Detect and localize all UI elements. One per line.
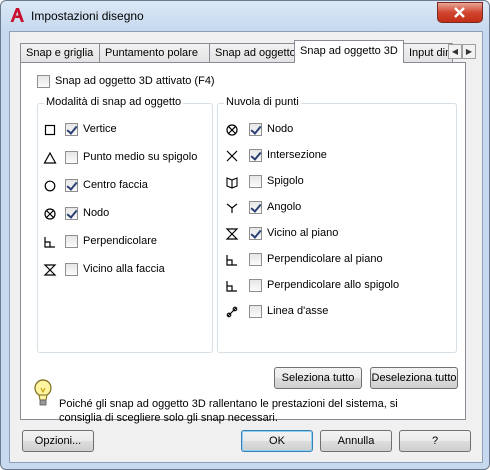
snap-mode-label-1: Punto medio su spigolo: [83, 151, 198, 163]
snap-mode-label-3: Nodo: [83, 207, 110, 219]
snap-modes-title: Modalità di snap ad oggetto: [44, 96, 184, 108]
enable-3d-osnap-checkbox[interactable]: [37, 75, 50, 88]
options-button[interactable]: Opzioni...: [22, 430, 94, 452]
node-marker-icon: [226, 124, 238, 136]
window-title: Impostazioni disegno: [31, 9, 144, 23]
snap-mode-label-2: Centro faccia: [83, 179, 148, 191]
enable-3d-osnap-label: Snap ad oggetto 3D attivato (F4): [55, 75, 215, 87]
tab-puntamento-polare[interactable]: Puntamento polare: [99, 43, 210, 62]
close-button[interactable]: [437, 2, 483, 23]
tab-strip: Snap e griglia Puntamento polare Snap ad…: [20, 40, 476, 63]
hourglass-marker-icon: [225, 228, 239, 240]
tab-snap-oggetto-3d[interactable]: Snap ad oggetto 3D: [294, 40, 404, 63]
deselect-all-button[interactable]: Deseleziona tutto: [370, 367, 458, 389]
snap-mode-checkbox-0[interactable]: [65, 123, 78, 136]
point-cloud-label-6: Perpendicolare allo spigolo: [267, 279, 400, 291]
snap-mode-checkbox-2[interactable]: [65, 179, 78, 192]
snap-mode-checkbox-4[interactable]: [65, 235, 78, 248]
point-cloud-checkbox-7[interactable]: [249, 305, 262, 318]
point-cloud-title: Nuvola di punti: [224, 96, 301, 108]
point-cloud-label-4: Vicino al piano: [267, 227, 339, 239]
perpendicular-marker-icon: [44, 237, 55, 248]
point-cloud-label-1: Intersezione: [267, 149, 327, 161]
cancel-button[interactable]: Annulla: [320, 430, 392, 452]
snap-mode-checkbox-5[interactable]: [65, 263, 78, 276]
snap-modes-group: Modalità di snap ad oggetto: [37, 96, 213, 353]
perpendicular-marker-icon: [226, 281, 237, 292]
square-marker-icon: [44, 124, 56, 136]
tab-snap-oggetto[interactable]: Snap ad oggetto: [209, 43, 297, 62]
point-cloud-checkbox-5[interactable]: [249, 253, 262, 266]
point-cloud-label-2: Spigolo: [267, 175, 304, 187]
y-marker-icon: [226, 203, 238, 213]
snap-mode-checkbox-3[interactable]: [65, 207, 78, 220]
tab-input-dinamico[interactable]: Input dinamico: [403, 43, 453, 62]
close-icon: [454, 7, 465, 18]
centerline-marker-icon: [226, 306, 238, 318]
select-all-button[interactable]: Seleziona tutto: [274, 367, 362, 389]
edge-marker-icon: [226, 177, 238, 189]
snap-mode-label-0: Vertice: [83, 123, 117, 135]
perpendicular-marker-icon: [226, 255, 237, 266]
help-button[interactable]: ?: [399, 430, 471, 452]
tab-label: Input dinamico: [409, 47, 452, 59]
dialog-client: Snap e griglia Puntamento polare Snap ad…: [9, 31, 483, 463]
snap-mode-label-5: Vicino alla faccia: [83, 263, 165, 275]
tab-label: Snap ad oggetto 3D: [300, 45, 398, 57]
info-text: Poiché gli snap ad oggetto 3D rallentano…: [59, 398, 398, 424]
tab-label: Puntamento polare: [105, 47, 198, 59]
point-cloud-label-7: Linea d'asse: [267, 305, 329, 317]
lightbulb-icon: [34, 379, 52, 406]
point-cloud-checkbox-1[interactable]: [249, 149, 262, 162]
ok-button[interactable]: OK: [241, 430, 313, 452]
snap-mode-label-4: Perpendicolare: [83, 235, 157, 247]
hourglass-marker-icon: [43, 264, 57, 276]
snap-mode-checkbox-1[interactable]: [65, 151, 78, 164]
dialog-window: Impostazioni disegno Snap e griglia Punt…: [0, 0, 490, 470]
point-cloud-label-3: Angolo: [267, 201, 302, 213]
tab-label: Snap e griglia: [26, 47, 94, 59]
point-cloud-checkbox-0[interactable]: [249, 123, 262, 136]
tab-panel: Snap ad oggetto 3D attivato (F4) Modalit…: [20, 62, 466, 424]
x-marker-icon: [226, 150, 238, 162]
autocad-a-icon: [10, 8, 24, 22]
tab-scroll-left-icon[interactable]: ◀: [448, 44, 462, 59]
point-cloud-checkbox-3[interactable]: [249, 201, 262, 214]
node-marker-icon: [44, 208, 56, 220]
title-bar[interactable]: Impostazioni disegno: [1, 1, 489, 31]
tab-scroll-right-icon[interactable]: ▶: [462, 44, 476, 59]
point-cloud-checkbox-6[interactable]: [249, 279, 262, 292]
tab-label: Snap ad oggetto: [215, 47, 296, 59]
circle-marker-icon: [44, 180, 56, 192]
triangle-marker-icon: [43, 151, 57, 164]
point-cloud-checkbox-4[interactable]: [249, 227, 262, 240]
point-cloud-checkbox-2[interactable]: [249, 175, 262, 188]
tab-snap-griglia[interactable]: Snap e griglia: [20, 43, 100, 62]
point-cloud-label-5: Perpendicolare al piano: [267, 253, 383, 265]
point-cloud-label-0: Nodo: [267, 123, 294, 135]
